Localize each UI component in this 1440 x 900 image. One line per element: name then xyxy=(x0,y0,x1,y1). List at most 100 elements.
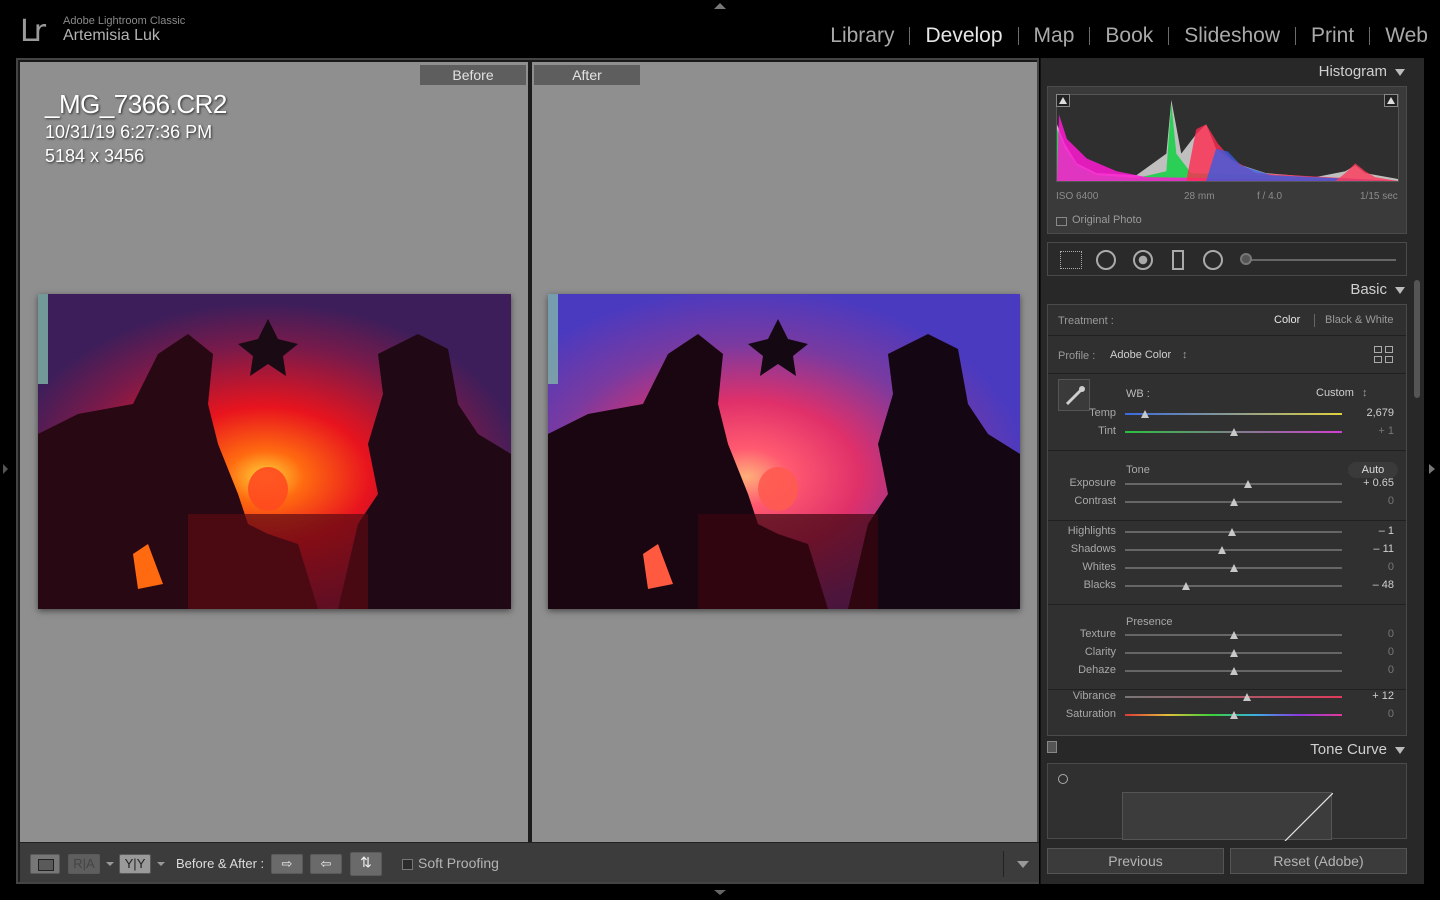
highlight-clipping-icon[interactable] xyxy=(1384,94,1398,107)
loupe-view-button[interactable] xyxy=(30,854,60,874)
temp-value[interactable]: 2,679 xyxy=(1348,407,1394,419)
collapse-right-panel-arrow-icon[interactable] xyxy=(1429,464,1435,474)
treatment-color-option[interactable]: Color xyxy=(1274,314,1300,326)
copy-after-to-before-button[interactable]: ⇦ xyxy=(310,854,342,874)
wb-dropdown[interactable]: Custom xyxy=(1316,387,1354,399)
collapse-top-panel-arrow-icon[interactable] xyxy=(714,3,726,9)
module-print[interactable]: Print xyxy=(1311,24,1354,48)
texture-slider-thumb[interactable] xyxy=(1229,631,1238,639)
shadows-slider[interactable] xyxy=(1125,549,1342,551)
saturation-slider-thumb[interactable] xyxy=(1229,711,1238,719)
copy-before-to-after-button[interactable]: ⇨ xyxy=(271,854,303,874)
module-slideshow[interactable]: Slideshow xyxy=(1184,24,1280,48)
expand-filmstrip-arrow-icon[interactable] xyxy=(714,890,726,895)
soft-proofing-checkbox[interactable] xyxy=(402,859,413,870)
dehaze-value[interactable]: 0 xyxy=(1348,664,1394,676)
clarity-slider-thumb[interactable] xyxy=(1229,649,1238,657)
histogram-header[interactable]: Histogram xyxy=(1047,60,1405,84)
highlights-label: Highlights xyxy=(1067,525,1116,537)
module-book[interactable]: Book xyxy=(1105,24,1153,48)
expand-left-panel-arrow-icon[interactable] xyxy=(3,464,8,474)
texture-label: Texture xyxy=(1079,628,1116,640)
vibrance-slider[interactable] xyxy=(1125,696,1342,698)
exposure-value[interactable]: + 0.65 xyxy=(1348,477,1394,489)
clarity-value[interactable]: 0 xyxy=(1348,646,1394,658)
highlights-slider-thumb[interactable] xyxy=(1228,528,1237,536)
dehaze-slider-thumb[interactable] xyxy=(1229,667,1238,675)
whites-label: Whites xyxy=(1082,561,1116,573)
contrast-value[interactable]: 0 xyxy=(1348,495,1394,507)
before-after-view: Before _MG_7366.CR2 10/31/19 6:27:36 PM … xyxy=(16,58,1039,884)
collapse-icon[interactable] xyxy=(1395,287,1405,294)
before-after-left-right-button[interactable]: R|A xyxy=(68,854,100,874)
blacks-slider[interactable] xyxy=(1125,585,1342,587)
spot-removal-icon[interactable] xyxy=(1096,250,1116,270)
treatment-separator xyxy=(1314,314,1315,327)
after-pane[interactable]: After xyxy=(532,62,1037,842)
module-separator xyxy=(1017,27,1019,45)
chevron-down-icon[interactable] xyxy=(157,862,165,866)
shadows-value[interactable]: – 11 xyxy=(1348,543,1394,555)
app-name: Adobe Lightroom Classic xyxy=(63,15,186,27)
tint-slider-thumb[interactable] xyxy=(1229,428,1238,436)
before-photo[interactable] xyxy=(38,294,511,609)
module-web[interactable]: Web xyxy=(1385,24,1428,48)
saturation-value[interactable]: 0 xyxy=(1348,708,1394,720)
soft-proofing-label[interactable]: Soft Proofing xyxy=(418,855,499,871)
target-adjustment-icon[interactable] xyxy=(1058,774,1068,784)
radial-filter-icon[interactable] xyxy=(1203,250,1223,270)
whites-value[interactable]: 0 xyxy=(1348,561,1394,573)
treatment-bw-option[interactable]: Black & White xyxy=(1325,314,1393,326)
module-map[interactable]: Map xyxy=(1034,24,1075,48)
toolbar-content-menu-icon[interactable] xyxy=(1017,861,1029,868)
tone-curve-header[interactable]: Tone Curve xyxy=(1047,738,1405,762)
texture-value[interactable]: 0 xyxy=(1348,628,1394,640)
basic-header[interactable]: Basic xyxy=(1047,278,1405,302)
row-separator xyxy=(1048,450,1406,451)
blacks-value[interactable]: – 48 xyxy=(1348,579,1394,591)
whites-slider-thumb[interactable] xyxy=(1229,564,1238,572)
wb-dropdown-icon[interactable]: ↕ xyxy=(1362,387,1368,399)
shadows-slider-thumb[interactable] xyxy=(1217,546,1226,554)
exposure-slider[interactable] xyxy=(1125,483,1342,485)
reset-button[interactable]: Reset (Adobe) xyxy=(1230,848,1407,874)
presence-group-title: Presence xyxy=(1126,616,1173,628)
temp-slider-thumb[interactable] xyxy=(1140,410,1149,418)
vibrance-value[interactable]: + 12 xyxy=(1348,690,1394,702)
treatment-label: Treatment : xyxy=(1058,315,1114,327)
contrast-slider-thumb[interactable] xyxy=(1229,498,1238,506)
after-photo[interactable] xyxy=(548,294,1020,609)
profile-dropdown[interactable]: Adobe Color xyxy=(1110,349,1171,361)
swap-before-after-button[interactable]: ⇅ xyxy=(350,852,382,876)
shadow-clipping-icon[interactable] xyxy=(1056,94,1070,107)
vibrance-slider-thumb[interactable] xyxy=(1242,693,1251,701)
auto-tone-button[interactable]: Auto xyxy=(1348,462,1398,478)
module-library[interactable]: Library xyxy=(830,24,894,48)
exposure-slider-thumb[interactable] xyxy=(1243,480,1252,488)
collapse-icon[interactable] xyxy=(1395,69,1405,76)
after-photo-image xyxy=(548,294,1020,609)
adjustment-brush-slider[interactable] xyxy=(1244,259,1396,261)
tint-value[interactable]: + 1 xyxy=(1348,425,1394,437)
tone-curve-graph[interactable] xyxy=(1122,792,1334,842)
profile-browser-icon[interactable] xyxy=(1374,346,1394,364)
histogram-graph[interactable] xyxy=(1056,94,1399,182)
right-panel-scrollbar[interactable] xyxy=(1414,280,1420,398)
adjustment-brush-icon[interactable] xyxy=(1240,253,1252,265)
original-photo-checkbox[interactable] xyxy=(1056,217,1067,226)
chevron-down-icon[interactable] xyxy=(106,862,114,866)
highlights-value[interactable]: – 1 xyxy=(1348,525,1394,537)
red-eye-correction-icon[interactable] xyxy=(1133,250,1153,270)
dehaze-label: Dehaze xyxy=(1078,664,1116,676)
module-develop[interactable]: Develop xyxy=(925,24,1002,48)
blacks-slider-thumb[interactable] xyxy=(1181,582,1190,590)
collapse-icon[interactable] xyxy=(1395,747,1405,754)
before-pane[interactable]: Before _MG_7366.CR2 10/31/19 6:27:36 PM … xyxy=(20,62,528,842)
previous-button[interactable]: Previous xyxy=(1047,848,1224,874)
before-after-side-by-side-button[interactable]: Y|Y xyxy=(119,854,151,874)
temp-slider[interactable] xyxy=(1125,413,1342,415)
graduated-filter-icon[interactable] xyxy=(1172,250,1184,270)
original-photo-label[interactable]: Original Photo xyxy=(1072,214,1142,226)
crop-overlay-icon[interactable] xyxy=(1060,251,1082,269)
profile-dropdown-icon[interactable]: ↕ xyxy=(1182,349,1188,361)
